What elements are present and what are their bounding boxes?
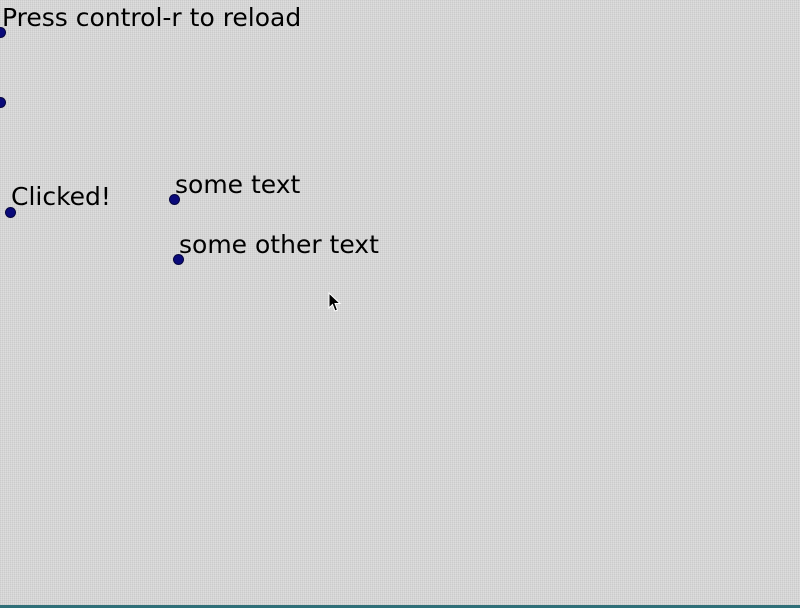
handle-2-icon[interactable] xyxy=(0,98,5,107)
handle-1-icon[interactable] xyxy=(0,28,5,37)
mouse-cursor-icon xyxy=(328,292,342,312)
some-other-text-label[interactable]: some other text xyxy=(179,232,379,257)
some-text-label[interactable]: some text xyxy=(175,172,300,197)
reload-hint: Press control-r to reload xyxy=(2,3,302,32)
clicked-label[interactable]: Clicked! xyxy=(11,184,111,209)
